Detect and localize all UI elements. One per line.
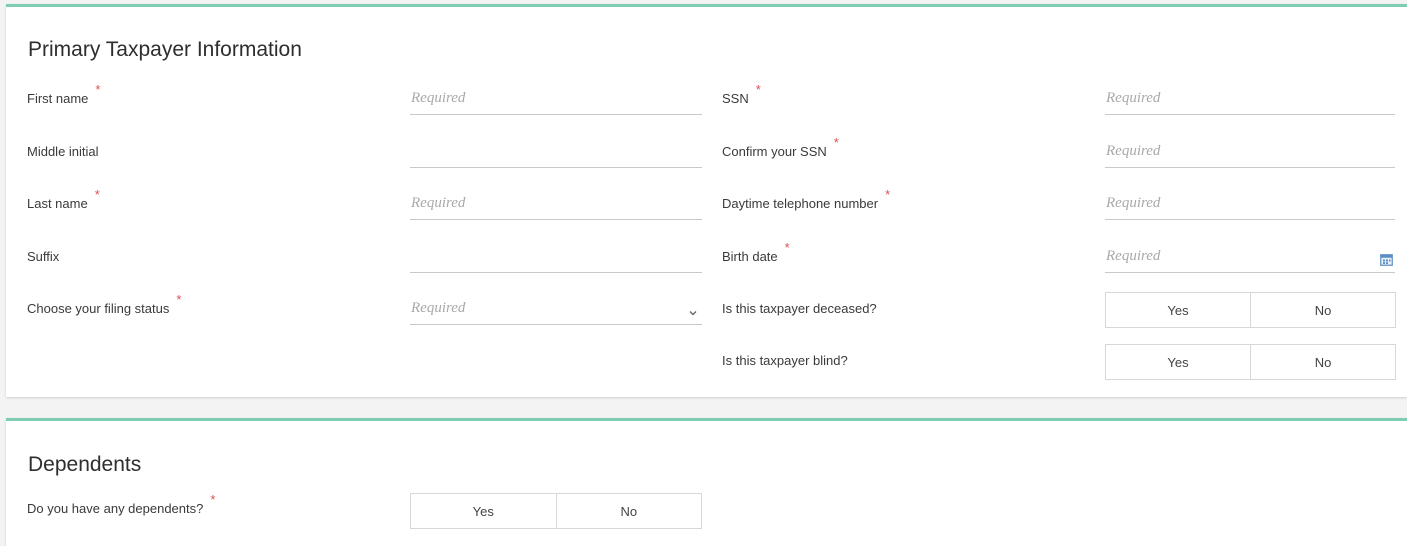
- blind-label-text: Is this taxpayer blind?: [722, 353, 848, 368]
- blind-yes-button[interactable]: Yes: [1106, 345, 1250, 379]
- deceased-no-button[interactable]: No: [1250, 293, 1395, 327]
- confirm-ssn-input[interactable]: Required: [1105, 140, 1395, 168]
- required-mark: *: [94, 187, 100, 202]
- deceased-label: Is this taxpayer deceased?: [722, 301, 877, 316]
- ssn-label-text: SSN: [722, 91, 749, 106]
- middle-initial-label: Middle initial: [27, 144, 99, 159]
- birth-date-placeholder: Required: [1106, 248, 1161, 264]
- filing-status-label-text: Choose your filing status: [27, 301, 170, 316]
- deceased-toggle: Yes No: [1105, 292, 1396, 328]
- required-mark: *: [833, 135, 839, 150]
- blind-label: Is this taxpayer blind?: [722, 353, 848, 368]
- dependents-question-label: Do you have any dependents? *: [27, 492, 215, 516]
- required-mark: *: [885, 187, 891, 202]
- chevron-down-icon[interactable]: [688, 308, 698, 318]
- phone-label-text: Daytime telephone number: [722, 196, 879, 211]
- confirm-ssn-label: Confirm your SSN *: [722, 135, 839, 159]
- dependents-no-button[interactable]: No: [555, 494, 702, 528]
- first-name-input[interactable]: Required: [410, 87, 702, 115]
- required-mark: *: [210, 492, 216, 507]
- suffix-input[interactable]: [410, 245, 702, 273]
- blind-toggle: Yes No: [1105, 344, 1396, 380]
- section-title-dependents: Dependents: [28, 453, 142, 476]
- middle-initial-label-text: Middle initial: [27, 144, 99, 159]
- first-name-label-text: First name: [27, 91, 89, 106]
- suffix-label-text: Suffix: [27, 249, 60, 264]
- phone-input[interactable]: Required: [1105, 192, 1395, 220]
- ssn-input[interactable]: Required: [1105, 87, 1395, 115]
- calendar-icon[interactable]: [1380, 253, 1393, 266]
- first-name-placeholder: Required: [411, 90, 466, 106]
- last-name-placeholder: Required: [411, 195, 466, 211]
- required-mark: *: [176, 292, 182, 307]
- section-title-primary: Primary Taxpayer Information: [28, 38, 302, 61]
- last-name-label-text: Last name: [27, 196, 88, 211]
- birth-date-label: Birth date *: [722, 240, 790, 264]
- primary-taxpayer-panel: Primary Taxpayer Information First name *…: [6, 4, 1407, 397]
- required-mark: *: [784, 240, 790, 255]
- dependents-question-label-text: Do you have any dependents?: [27, 501, 204, 516]
- confirm-ssn-label-text: Confirm your SSN: [722, 144, 827, 159]
- required-mark: *: [95, 82, 101, 97]
- ssn-placeholder: Required: [1106, 90, 1161, 106]
- filing-status-select[interactable]: Required: [410, 297, 702, 325]
- middle-initial-input[interactable]: [410, 140, 702, 168]
- last-name-label: Last name *: [27, 187, 100, 211]
- deceased-label-text: Is this taxpayer deceased?: [722, 301, 877, 316]
- required-mark: *: [755, 82, 761, 97]
- first-name-label: First name *: [27, 82, 100, 106]
- phone-label: Daytime telephone number *: [722, 187, 890, 211]
- dependents-panel: Dependents Do you have any dependents?* …: [6, 418, 1407, 546]
- birth-date-label-text: Birth date: [722, 249, 778, 264]
- ssn-label: SSN *: [722, 82, 761, 106]
- last-name-input[interactable]: Required: [410, 192, 702, 220]
- birth-date-input[interactable]: Required: [1105, 245, 1395, 273]
- filing-status-placeholder: Required: [411, 300, 466, 316]
- phone-placeholder: Required: [1106, 195, 1161, 211]
- deceased-yes-button[interactable]: Yes: [1106, 293, 1250, 327]
- confirm-ssn-placeholder: Required: [1106, 143, 1161, 159]
- dependents-toggle: Yes No: [410, 493, 702, 529]
- suffix-label: Suffix: [27, 249, 59, 264]
- filing-status-label: Choose your filing status *: [27, 292, 181, 316]
- blind-no-button[interactable]: No: [1250, 345, 1395, 379]
- dependents-yes-button[interactable]: Yes: [411, 494, 556, 528]
